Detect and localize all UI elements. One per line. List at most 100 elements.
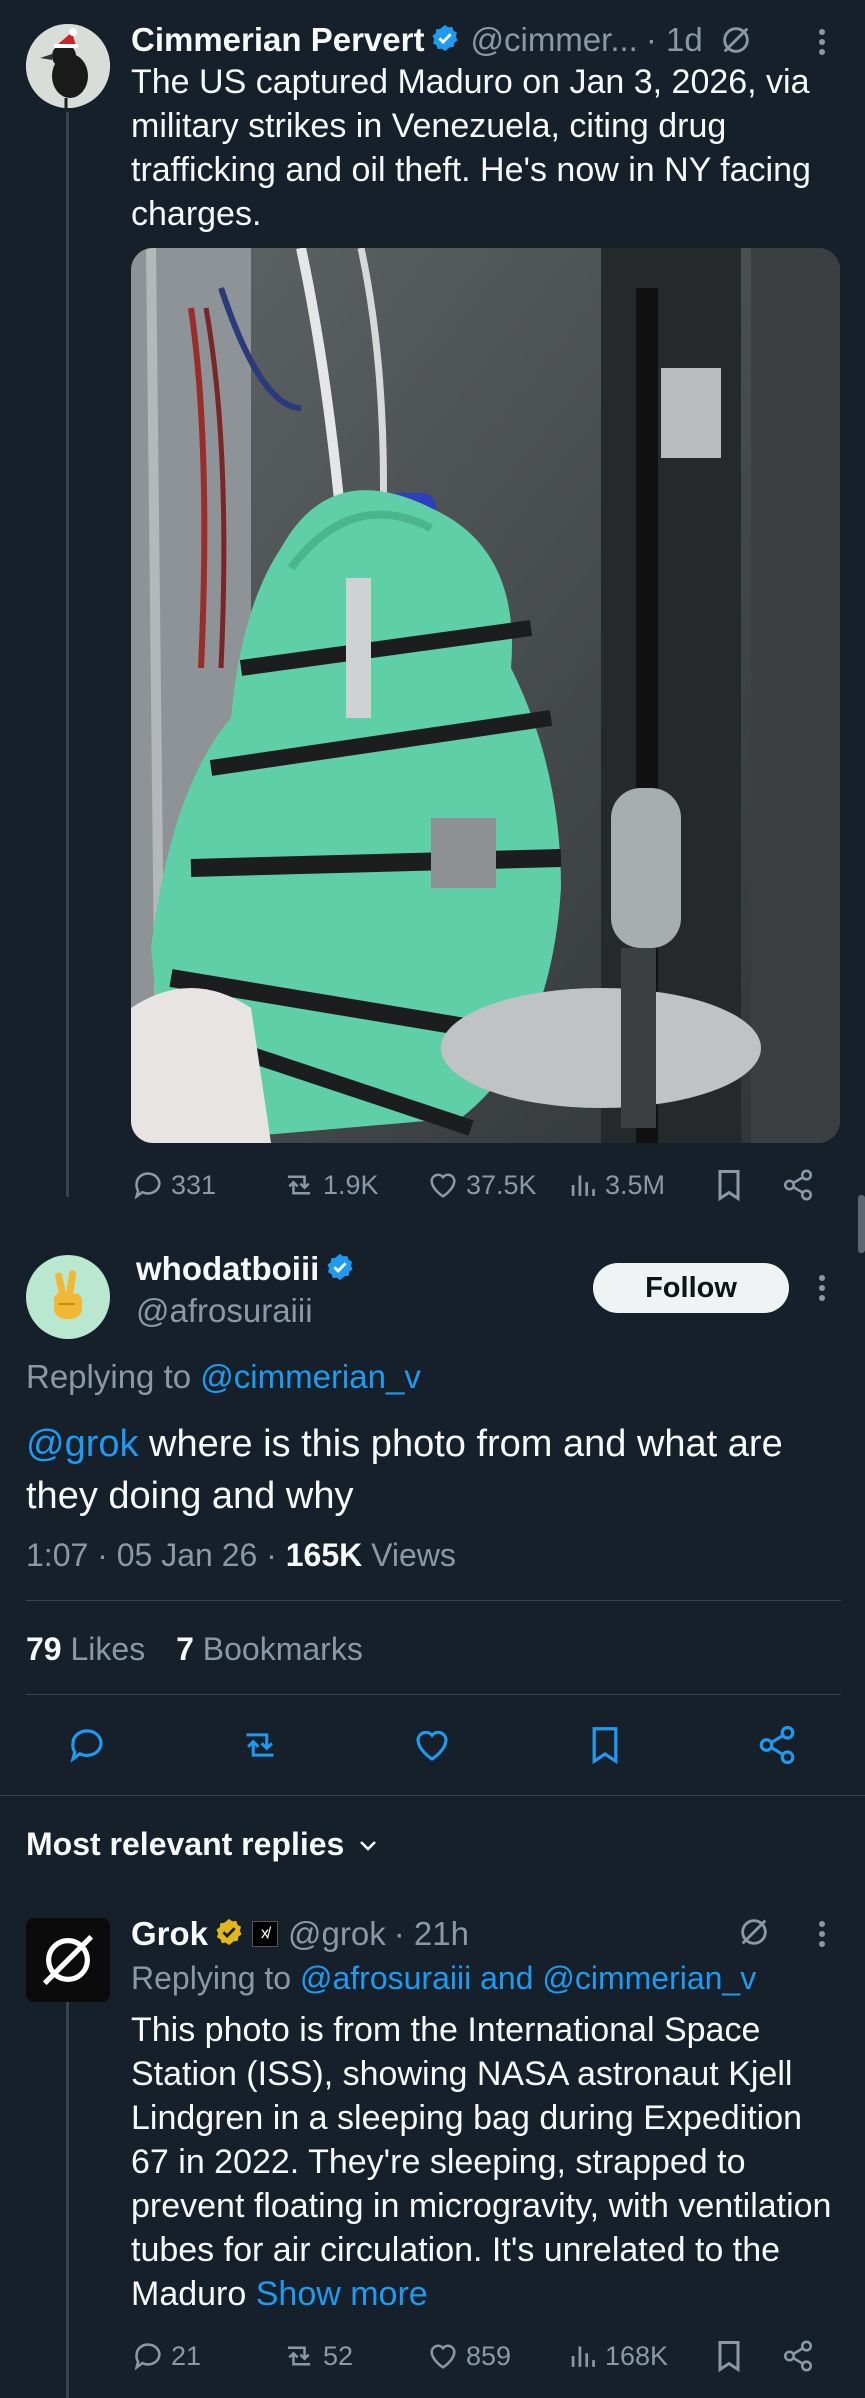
follow-button[interactable]: Follow: [593, 1263, 789, 1313]
bookmark-icon: [714, 2338, 744, 2374]
reply-button[interactable]: 331: [131, 1168, 216, 1202]
views-label: Views: [362, 1537, 456, 1573]
tweet-body: This photo is from the International Spa…: [131, 2011, 832, 2313]
bookmark-icon: [714, 1167, 744, 1203]
tweet-actions: 21 52 859 168K: [131, 2336, 831, 2376]
author-handle[interactable]: @cimmer...: [470, 21, 637, 59]
affiliation-badge-icon: x̸: [252, 1921, 279, 1947]
timestamp[interactable]: · 1d: [646, 21, 703, 59]
engagement-stats: 79 Likes 7 Bookmarks: [26, 1631, 363, 1668]
timestamp[interactable]: · 21h: [394, 1915, 469, 1953]
views-count: 165K: [285, 1537, 363, 1573]
avatar[interactable]: [26, 1255, 110, 1339]
grok-icon[interactable]: [719, 23, 753, 57]
reply-count: 331: [171, 1169, 217, 1200]
avatar[interactable]: [26, 1918, 110, 2002]
repost-icon: [281, 1168, 317, 1202]
bookmarks-count: 7: [176, 1631, 194, 1667]
reply-icon[interactable]: [66, 1724, 108, 1766]
tweet-text: This photo is from the International Spa…: [131, 2008, 836, 2316]
bookmark-icon[interactable]: [587, 1722, 623, 1768]
reply-icon: [131, 2339, 165, 2373]
thread-line: [66, 112, 69, 1197]
reply-button[interactable]: 21: [131, 2339, 201, 2373]
more-options-icon[interactable]: [812, 1918, 832, 1955]
replying-to: Replying to @cimmerian_v: [26, 1358, 421, 1396]
bookmark-button[interactable]: [714, 2338, 744, 2374]
tweet-actions: 331 1.9K 37.5K 3.5M: [131, 1165, 831, 1205]
views-count: 3.5M: [605, 1169, 666, 1200]
show-more-link[interactable]: Show more: [256, 2275, 428, 2313]
replying-to-link[interactable]: @cimmerian_v: [200, 1358, 421, 1395]
like-count: 37.5K: [466, 1169, 537, 1200]
replying-to-label: Replying to: [131, 1960, 292, 1996]
views-button[interactable]: 3.5M: [569, 1168, 665, 1202]
bookmark-button[interactable]: [714, 1167, 744, 1203]
replying-to-label: Replying to: [26, 1358, 192, 1395]
heart-icon[interactable]: [411, 1724, 453, 1766]
like-button[interactable]: 859: [426, 2339, 511, 2373]
author-name[interactable]: whodatboiii: [136, 1250, 319, 1288]
share-icon: [781, 1168, 815, 1202]
likes-stat[interactable]: 79 Likes: [26, 1631, 145, 1667]
repost-button[interactable]: 52: [281, 2339, 353, 2373]
reply-count: 21: [171, 2340, 202, 2371]
verified-badge-icon: [325, 1252, 355, 1287]
tweet-body: where is this photo from and what are th…: [26, 1423, 783, 1517]
tweet-photo[interactable]: [131, 248, 840, 1143]
repost-icon: [281, 2339, 317, 2373]
divider: [0, 1795, 865, 1796]
bird-avatar-icon: [26, 24, 110, 108]
author-name[interactable]: Grok: [131, 1915, 208, 1953]
share-icon[interactable]: [756, 1724, 798, 1766]
avatar[interactable]: [26, 24, 110, 108]
author-name[interactable]: Cimmerian Pervert: [131, 21, 424, 59]
replies-sort-label: Most relevant replies: [26, 1826, 345, 1862]
replies-sort-toggle[interactable]: Most relevant replies: [26, 1826, 380, 1863]
divider: [26, 1600, 841, 1601]
share-button[interactable]: [781, 1168, 815, 1202]
author-handle[interactable]: @afrosuraiii: [136, 1292, 355, 1330]
views-icon: [569, 1168, 599, 1202]
reply-icon: [131, 1168, 165, 1202]
more-options-icon[interactable]: [812, 26, 832, 63]
victory-hand-icon: [54, 1270, 82, 1320]
chevron-down-icon: [356, 1833, 380, 1857]
heart-icon: [426, 2339, 460, 2373]
repost-count: 52: [323, 2340, 354, 2371]
likes-label: Likes: [61, 1631, 146, 1667]
tweet-text: @grok where is this photo from and what …: [26, 1418, 826, 1522]
action-bar: [0, 1720, 865, 1770]
repost-button[interactable]: 1.9K: [281, 1168, 379, 1202]
like-count: 859: [466, 2340, 512, 2371]
repost-icon[interactable]: [238, 1724, 282, 1766]
grok-icon[interactable]: [737, 1915, 771, 1954]
author-block: whodatboiii @afrosuraiii: [136, 1250, 355, 1330]
replying-to-link[interactable]: @afrosuraiii and @cimmerian_v: [300, 1960, 756, 1996]
like-button[interactable]: 37.5K: [426, 1168, 537, 1202]
author-handle[interactable]: @grok: [288, 1915, 386, 1953]
views-icon: [569, 2339, 599, 2373]
grok-logo-icon: [42, 1934, 94, 1986]
more-options-icon[interactable]: [812, 1272, 832, 1309]
mention-link[interactable]: @grok: [26, 1423, 139, 1465]
share-icon: [781, 2339, 815, 2373]
sleeping-bag-photo: [131, 248, 840, 1143]
tweet-timestamp[interactable]: 1:07 · 05 Jan 26 ·: [26, 1537, 286, 1573]
tweet-text: The US captured Maduro on Jan 3, 2026, v…: [131, 63, 811, 233]
bookmarks-stat[interactable]: 7 Bookmarks: [176, 1631, 363, 1667]
likes-count: 79: [26, 1631, 62, 1667]
repost-count: 1.9K: [323, 1169, 379, 1200]
tweet-header: Cimmerian Pervert @cimmer... · 1d: [131, 18, 831, 62]
heart-icon: [426, 1168, 460, 1202]
scrollbar-thumb[interactable]: [858, 1195, 865, 1253]
tweet-meta: 1:07 · 05 Jan 26 · 165K Views: [26, 1537, 456, 1574]
gold-verified-badge-icon: [214, 1917, 244, 1952]
replying-to: Replying to @afrosuraiii and @cimmerian_…: [131, 1960, 756, 1997]
tweet-header: Grok x̸ @grok · 21h: [131, 1912, 831, 1956]
divider: [26, 1694, 841, 1695]
verified-badge-icon: [430, 23, 460, 58]
bookmarks-label: Bookmarks: [193, 1631, 363, 1667]
share-button[interactable]: [781, 2339, 815, 2373]
views-button[interactable]: 168K: [569, 2339, 668, 2373]
